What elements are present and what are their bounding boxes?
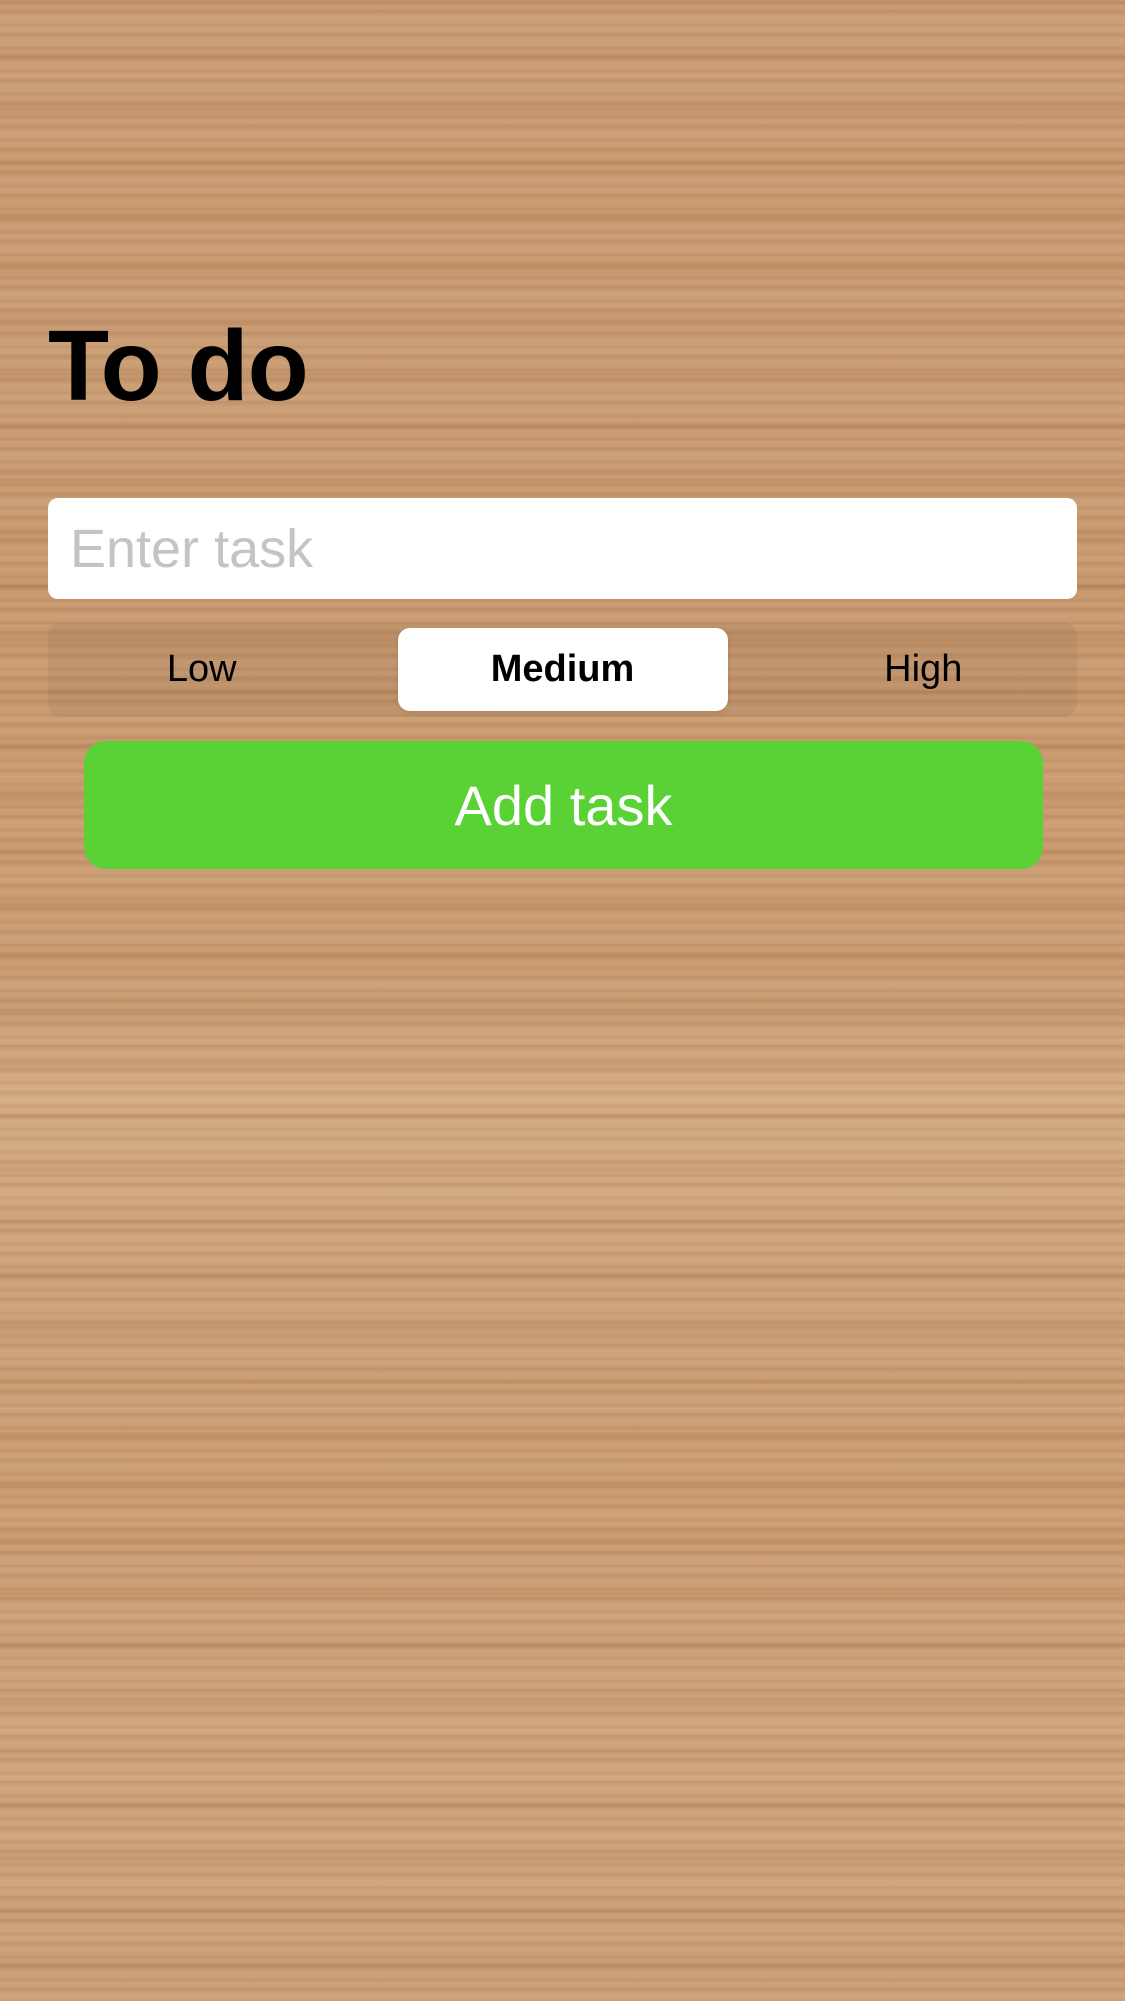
task-input[interactable] — [48, 498, 1077, 599]
app-screen: { "header": { "title": "To do" }, "task_… — [0, 0, 1125, 2001]
priority-option-medium[interactable]: Medium — [397, 628, 728, 711]
priority-option-high[interactable]: High — [774, 628, 1074, 711]
add-task-button[interactable]: Add task — [84, 741, 1043, 869]
priority-segmented-control: Low Medium High — [48, 622, 1077, 717]
priority-option-low[interactable]: Low — [52, 628, 352, 711]
page-title: To do — [48, 310, 309, 422]
